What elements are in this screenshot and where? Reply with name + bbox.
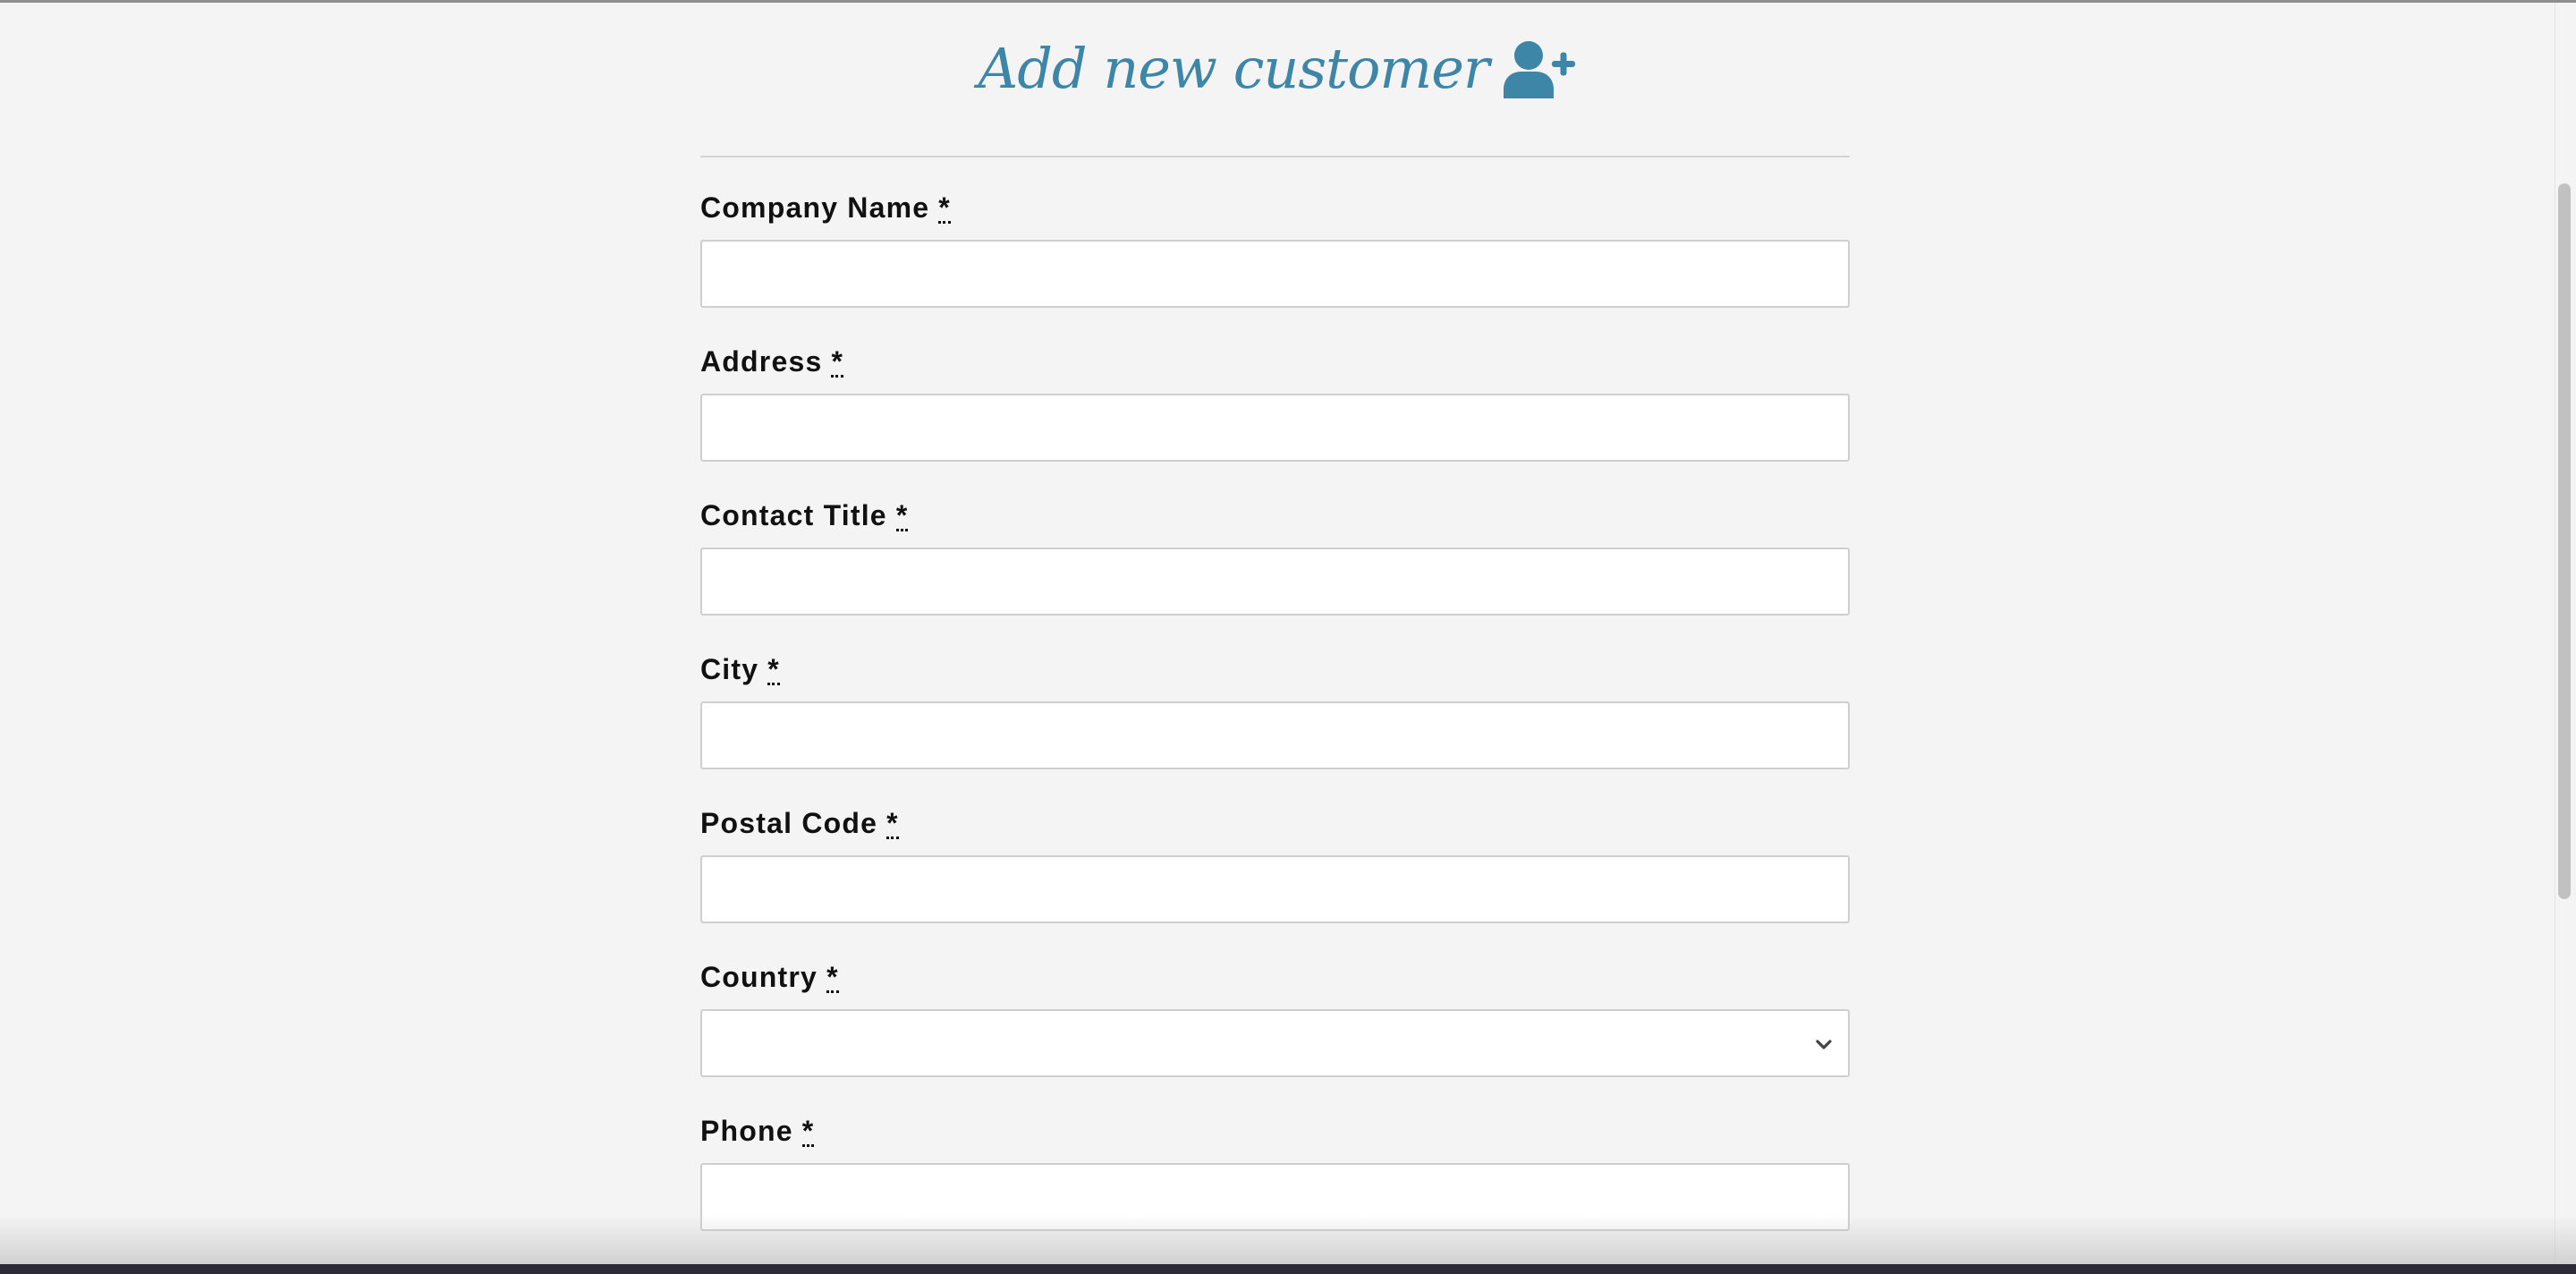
- address-field-group: Address *: [700, 344, 1850, 462]
- contact-title-label: Contact Title *: [700, 499, 909, 531]
- required-marker: *: [767, 653, 780, 685]
- postal-code-input[interactable]: [700, 855, 1850, 923]
- phone-field-group: Phone *: [700, 1113, 1850, 1231]
- chevron-down-icon: [1814, 1034, 1834, 1054]
- window-bottom-edge: [0, 1264, 2576, 1274]
- city-input[interactable]: [700, 701, 1850, 769]
- postal-code-field-group: Postal Code *: [700, 805, 1850, 923]
- required-marker: *: [938, 191, 951, 224]
- form-header: Add new customer: [0, 19, 2555, 117]
- address-label: Address *: [700, 345, 844, 378]
- country-field-group: Country *: [700, 959, 1850, 1077]
- phone-label: Phone *: [700, 1115, 815, 1147]
- address-input[interactable]: [700, 394, 1850, 462]
- country-select[interactable]: [700, 1009, 1850, 1077]
- required-marker: *: [801, 1115, 815, 1147]
- company-name-label: Company Name *: [700, 191, 951, 224]
- city-field-group: City *: [700, 651, 1850, 769]
- page-content: Add new customer Company Name * Address * …: [0, 3, 2555, 1264]
- country-label: Country *: [700, 961, 839, 993]
- header-divider: [700, 156, 1850, 157]
- contact-title-field-group: Contact Title *: [700, 497, 1850, 616]
- required-marker: *: [886, 807, 899, 839]
- required-marker: *: [895, 499, 909, 531]
- user-plus-icon: [1502, 39, 1577, 100]
- phone-input[interactable]: [700, 1163, 1850, 1231]
- city-label: City *: [700, 653, 780, 685]
- page-title: Add new customer: [978, 35, 1489, 101]
- required-marker: *: [831, 345, 844, 378]
- scrollbar-thumb[interactable]: [2558, 183, 2571, 899]
- postal-code-label: Postal Code *: [700, 807, 899, 839]
- contact-title-input[interactable]: [700, 548, 1850, 616]
- company-name-field-group: Company Name *: [700, 190, 1850, 308]
- company-name-input[interactable]: [700, 240, 1850, 308]
- required-marker: *: [826, 961, 839, 993]
